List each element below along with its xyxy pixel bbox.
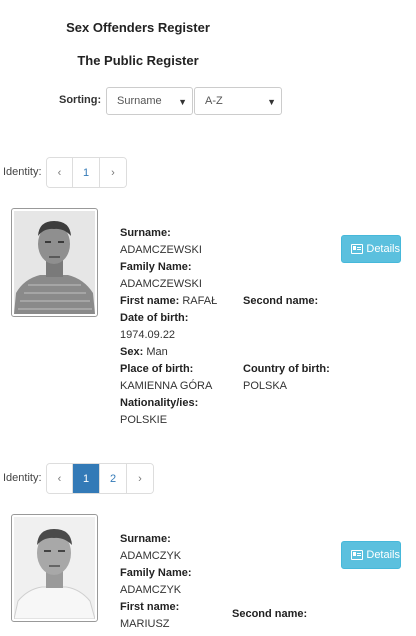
page-1-button[interactable]: 1: [73, 158, 100, 187]
prev-page-button[interactable]: ‹: [47, 464, 73, 493]
caret-down-icon: ▼: [267, 97, 276, 107]
page-1-button[interactable]: 1: [73, 464, 100, 493]
sort-order-select[interactable]: A-Z ▼: [194, 87, 282, 115]
nationality-label: Nationality/ies:: [120, 397, 199, 409]
person-photo-icon: [14, 517, 95, 619]
surname-value: ADAMCZEWSKI: [120, 244, 202, 256]
sort-field-value: Surname: [117, 95, 162, 107]
sex-label: Sex:: [120, 346, 144, 358]
country-of-birth-value: POLSKA: [243, 380, 288, 392]
sex-value: Man: [146, 346, 168, 358]
details-button[interactable]: Details: [341, 235, 401, 263]
family-name-value: ADAMCZYK: [120, 584, 182, 596]
caret-down-icon: ▼: [178, 97, 187, 107]
surname-value: ADAMCZYK: [120, 550, 182, 562]
family-name-label: Family Name:: [120, 567, 192, 579]
second-name-label: Second name:: [232, 608, 308, 620]
offender-photo: [11, 208, 98, 317]
next-page-button[interactable]: ›: [127, 464, 153, 493]
identity-label: Identity:: [3, 472, 42, 484]
details-button[interactable]: Details: [341, 541, 401, 569]
surname-label: Surname:: [120, 533, 171, 545]
prev-page-button[interactable]: ‹: [47, 158, 73, 187]
page-2-button[interactable]: 2: [100, 464, 127, 493]
id-card-icon: [351, 550, 364, 560]
sex-field: Sex: Man: [120, 346, 168, 358]
page-subtitle: The Public Register: [77, 53, 199, 68]
family-name-value: ADAMCZEWSKI: [120, 278, 202, 290]
identity-label: Identity:: [3, 166, 42, 178]
place-of-birth-label: Place of birth:: [120, 363, 194, 375]
date-of-birth-value: 1974.09.22: [120, 329, 176, 341]
second-name-label: Second name:: [243, 295, 319, 307]
country-of-birth-label: Country of birth:: [243, 363, 330, 375]
date-of-birth-label: Date of birth:: [120, 312, 189, 324]
place-of-birth-value: KAMIENNA GÓRA: [120, 380, 213, 392]
person-photo-icon: [14, 211, 95, 314]
first-name-label: First name:: [120, 601, 180, 613]
first-name-label: First name:: [120, 295, 180, 307]
details-button-label: Details: [366, 549, 400, 561]
id-card-icon: [351, 244, 364, 254]
first-name-value: RAFAŁ: [182, 295, 218, 307]
pagination: ‹ 1 ›: [46, 157, 127, 188]
details-button-label: Details: [366, 243, 400, 255]
nationality-value: POLSKIE: [120, 414, 168, 426]
sorting-label: Sorting:: [59, 94, 102, 106]
pagination: ‹ 1 2 ›: [46, 463, 154, 494]
sort-order-value: A-Z: [205, 95, 223, 107]
first-name-value: MARIUSZ: [120, 618, 170, 630]
offender-photo: [11, 514, 98, 622]
page-title: Sex Offenders Register: [66, 20, 210, 35]
first-name-field: First name: RAFAŁ: [120, 295, 217, 307]
next-page-button[interactable]: ›: [100, 158, 126, 187]
surname-label: Surname:: [120, 227, 171, 239]
sort-field-select[interactable]: Surname ▼: [106, 87, 193, 115]
family-name-label: Family Name:: [120, 261, 192, 273]
